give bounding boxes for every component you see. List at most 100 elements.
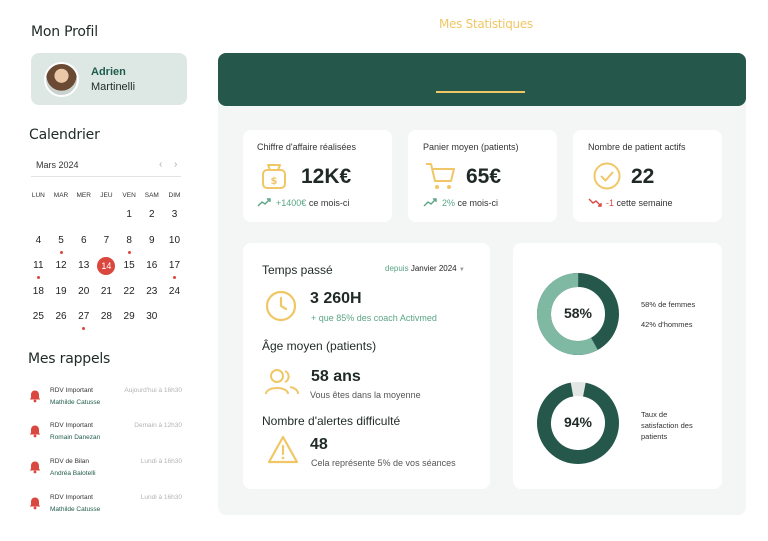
reminder-patient: Romain Danezan [50, 434, 101, 441]
reminder-item[interactable]: RDV Important Mathilde Catusse Lundi à 16h… [28, 494, 184, 524]
tab-mes-statistiques[interactable]: Mes Statistiques [439, 17, 533, 31]
calendar-empty-cell [163, 308, 186, 334]
tab-facturation[interactable]: Facturation [614, 19, 678, 33]
reminder-patient: Andréa Balotelli [50, 470, 96, 477]
calendar-day-number: 2 [149, 209, 155, 220]
reminder-type: RDV Important [50, 422, 93, 429]
kpi-value: 65€ [466, 165, 502, 188]
calendar-day-number: 10 [168, 234, 181, 246]
reminder-patient: Mathilde Catusse [50, 399, 101, 406]
reminder-type: RDV Important [50, 387, 93, 394]
calendar-day[interactable]: 23 [140, 283, 163, 309]
reminder-patient: Mathilde Catusse [50, 506, 101, 513]
users-icon [265, 369, 299, 395]
clock-icon [265, 290, 297, 322]
calendar-day[interactable]: 15 [118, 257, 141, 283]
weekday-label: LUN [31, 192, 45, 199]
details-card: Temps passé depuis Janvier 2024 ▼ 3 260H… [243, 243, 490, 489]
calendar-day[interactable]: 12 [50, 257, 73, 283]
calendar-day[interactable]: 21 [95, 283, 118, 309]
kpi-delta: -1 [606, 198, 615, 208]
bell-icon [29, 461, 41, 474]
calendar-day[interactable]: 29 [118, 308, 141, 334]
calendar-day[interactable]: 8 [118, 232, 141, 258]
chevron-left-icon[interactable]: ‹ [159, 159, 162, 170]
calendar-day-number: 8 [126, 234, 132, 246]
chevron-right-icon[interactable]: › [174, 159, 177, 170]
reminder-item[interactable]: RDV de Bilan Andréa Balotelli Lundi à 16h3… [28, 458, 184, 488]
calendar-day-number: 4 [35, 234, 42, 246]
tab-mes-informations[interactable]: Mes Informations [282, 19, 381, 33]
calendar-day[interactable]: 2 [140, 206, 163, 232]
weekday-label: DIM [168, 192, 181, 199]
calendar-day-number: 9 [149, 234, 155, 246]
calendar-day-number: 1 [126, 209, 132, 220]
calendar-day-number: 3 [171, 209, 178, 220]
calendar-day[interactable]: 27 [72, 308, 95, 334]
calendar-divider [31, 176, 181, 177]
calendar-day-number: 21 [100, 285, 112, 297]
calendar-day[interactable]: 17 [163, 257, 186, 283]
bell-icon [29, 390, 41, 403]
calendar-day[interactable]: 5 [50, 232, 73, 258]
alerts-sub: Cela représente 5% de vos séances [311, 458, 456, 468]
kpi-delta: 2% [442, 198, 456, 208]
calendar-day-number: 30 [146, 311, 158, 322]
reminders-heading: Mes rappels [28, 351, 111, 367]
calendar-day[interactable]: 20 [72, 283, 95, 309]
calendar-day[interactable]: 14 [95, 257, 118, 283]
kpi-card-basket: Panier moyen (patients) 65€ 2% ce mois-c… [408, 130, 557, 222]
kpi-title: Panier moyen (patients) [423, 142, 519, 152]
calendar-day[interactable]: 30 [140, 308, 163, 334]
user-first-name: Adrien [91, 66, 126, 78]
calendar-empty-cell [27, 206, 50, 232]
bell-icon [29, 497, 41, 510]
calendar-day[interactable]: 19 [50, 283, 73, 309]
calendar-day[interactable]: 3 [163, 206, 186, 232]
reminder-item[interactable]: RDV Important Mathilde Catusse Aujourd'hui… [28, 387, 184, 417]
calendar-day[interactable]: 26 [50, 308, 73, 334]
reminder-type: RDV de Bilan [50, 458, 90, 465]
calendar-day-number: 5 [58, 234, 64, 246]
calendar-day[interactable]: 9 [140, 232, 163, 258]
calendar-day-number: 7 [103, 234, 110, 246]
calendar-day[interactable]: 24 [163, 283, 186, 309]
calendar-day[interactable]: 6 [72, 232, 95, 258]
calendar-day[interactable]: 1 [118, 206, 141, 232]
weekday-label: VEN [122, 192, 136, 199]
kpi-value: 22 [631, 165, 655, 188]
calendar-day[interactable]: 16 [140, 257, 163, 283]
weekday-label: MAR [53, 192, 69, 199]
calendar-day-number: 11 [33, 260, 44, 271]
calendar-day[interactable]: 25 [27, 308, 50, 334]
calendar-day-number: 19 [55, 285, 67, 297]
weekday-label: SAM [144, 192, 159, 199]
bell-icon [29, 425, 41, 438]
donut-satisfaction-label: 94% [563, 414, 593, 430]
calendar-day-number: 6 [80, 234, 87, 246]
calendar-day-number: 15 [123, 260, 135, 271]
svg-text:$: $ [271, 176, 278, 187]
calendar-day-number: 12 [55, 260, 67, 271]
calendar-day[interactable]: 4 [27, 232, 50, 258]
calendar-day-number: 23 [146, 285, 158, 297]
calendar-day-number: 25 [32, 311, 44, 322]
calendar-day-number: 17 [168, 260, 181, 271]
calendar-day[interactable]: 11 [27, 257, 50, 283]
reminder-item[interactable]: RDV Important Romain Danezan Demain à 12h3… [28, 422, 184, 452]
calendar-day[interactable]: 10 [163, 232, 186, 258]
calendar-day[interactable]: 18 [27, 283, 50, 309]
calendar-day[interactable]: 13 [72, 257, 95, 283]
kpi-title: Chiffre d'affaire réalisées [257, 142, 356, 152]
profile-card[interactable]: Adrien Martinelli [31, 53, 187, 105]
calendar-day[interactable]: 22 [118, 283, 141, 309]
calendar-day[interactable]: 7 [95, 232, 118, 258]
period-selector[interactable]: depuis Janvier 2024 ▼ [385, 264, 465, 273]
calendar-day[interactable]: 28 [95, 308, 118, 334]
kpi-title: Nombre de patient actifs [588, 142, 686, 152]
avatar [44, 62, 79, 97]
legend-men: 42% d'hommes [641, 320, 693, 329]
calendar-day-number: 24 [168, 285, 181, 297]
calendar-day-number: 16 [146, 260, 158, 271]
calendar-grid: LUN MAR MER JEU VEN SAM DIM 1 2 3 4 5 6 7 8 9 10 11 12 13 14… [27, 190, 187, 334]
